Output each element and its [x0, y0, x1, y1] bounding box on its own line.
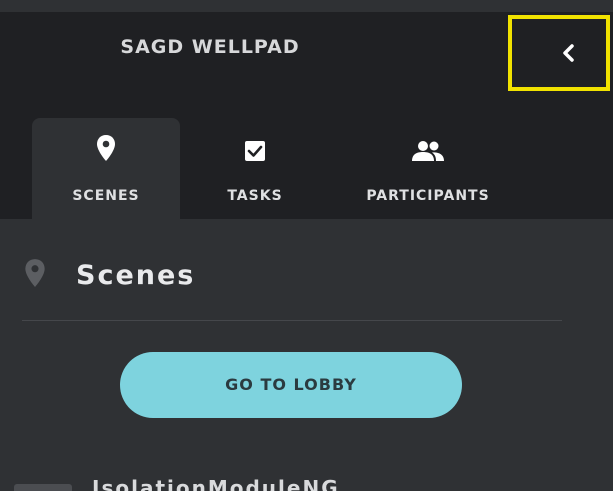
scene-thumbnail: [14, 484, 72, 491]
list-item[interactable]: IsolationModuleNG: [0, 470, 613, 491]
tab-label-tasks: TASKS: [227, 188, 283, 204]
section-divider: [22, 320, 562, 321]
list-item-label: IsolationModuleNG: [92, 476, 340, 491]
section-title: Scenes: [76, 260, 196, 291]
chevron-left-icon: [563, 44, 574, 62]
go-to-lobby-button[interactable]: GO TO LOBBY: [120, 352, 462, 418]
map-pin-icon: [97, 135, 115, 161]
tab-label-participants: PARTICIPANTS: [366, 188, 490, 204]
checkbox-icon: [245, 141, 265, 161]
tab-participants[interactable]: PARTICIPANTS: [330, 118, 526, 219]
people-icon: [412, 141, 444, 161]
map-pin-icon: [25, 259, 45, 287]
tab-label-scenes: SCENES: [72, 188, 140, 204]
panel-title: SAGD WELLPAD: [120, 36, 300, 58]
collapse-panel-button[interactable]: [508, 15, 610, 91]
tab-scenes[interactable]: SCENES: [32, 118, 180, 219]
side-panel: SAGD WELLPAD SCENES TASKS PARTICIPANTS S…: [0, 0, 613, 491]
tab-tasks[interactable]: TASKS: [205, 118, 305, 219]
